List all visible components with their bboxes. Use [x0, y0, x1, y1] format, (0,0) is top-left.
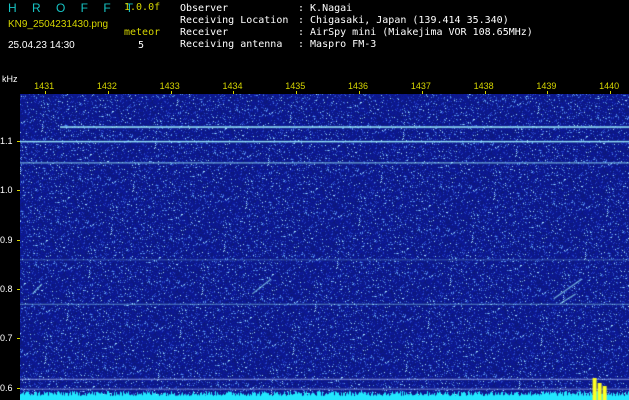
- location-value: : Chigasaki, Japan (139.414 35.340): [298, 15, 509, 26]
- capture-datetime: 25.04.23 14:30: [8, 40, 75, 51]
- time-tick-label: 1437: [410, 81, 431, 91]
- image-filename: KN9_2504231430.png: [8, 19, 109, 30]
- time-tick-label: 1433: [159, 81, 180, 91]
- frequency-tick-label: 0.7: [0, 333, 13, 344]
- time-tick-label: 1438: [473, 81, 494, 91]
- time-tick-label: 1435: [285, 81, 306, 91]
- observer-label: Observer: [180, 3, 229, 14]
- time-tick-label: 1434: [222, 81, 243, 91]
- frequency-tick-label: 0.6: [0, 382, 13, 393]
- receiver-value: : AirSpy mini (Miakejima VOR 108.65MHz): [298, 27, 533, 38]
- antenna-label: Receiving antenna: [180, 39, 283, 50]
- location-label: Receiving Location: [180, 15, 289, 26]
- app-version: 1.0.0f: [124, 2, 161, 13]
- frequency-unit-label: kHz: [2, 74, 18, 84]
- antenna-value: : Maspro FM-3: [298, 39, 377, 50]
- spectrogram-canvas[interactable]: [20, 94, 629, 400]
- detection-mode: meteor: [124, 27, 161, 38]
- receiver-label: Receiver: [180, 27, 229, 38]
- frequency-tick-label: 0.8: [0, 283, 13, 294]
- time-tick-label: 1431: [34, 81, 55, 91]
- frequency-tick-label: 1.1: [0, 135, 13, 146]
- time-tick-label: 1440: [599, 81, 620, 91]
- time-tick-label: 1439: [536, 81, 557, 91]
- detection-count: 5: [138, 40, 145, 51]
- app-brand: H R O F F T: [8, 1, 140, 15]
- time-tick-label: 1436: [348, 81, 369, 91]
- frequency-tick-label: 0.9: [0, 234, 13, 245]
- time-tick-label: 1432: [96, 81, 117, 91]
- frequency-tick-label: 1.0: [0, 185, 13, 196]
- observer-value: : K.Nagai: [298, 3, 353, 14]
